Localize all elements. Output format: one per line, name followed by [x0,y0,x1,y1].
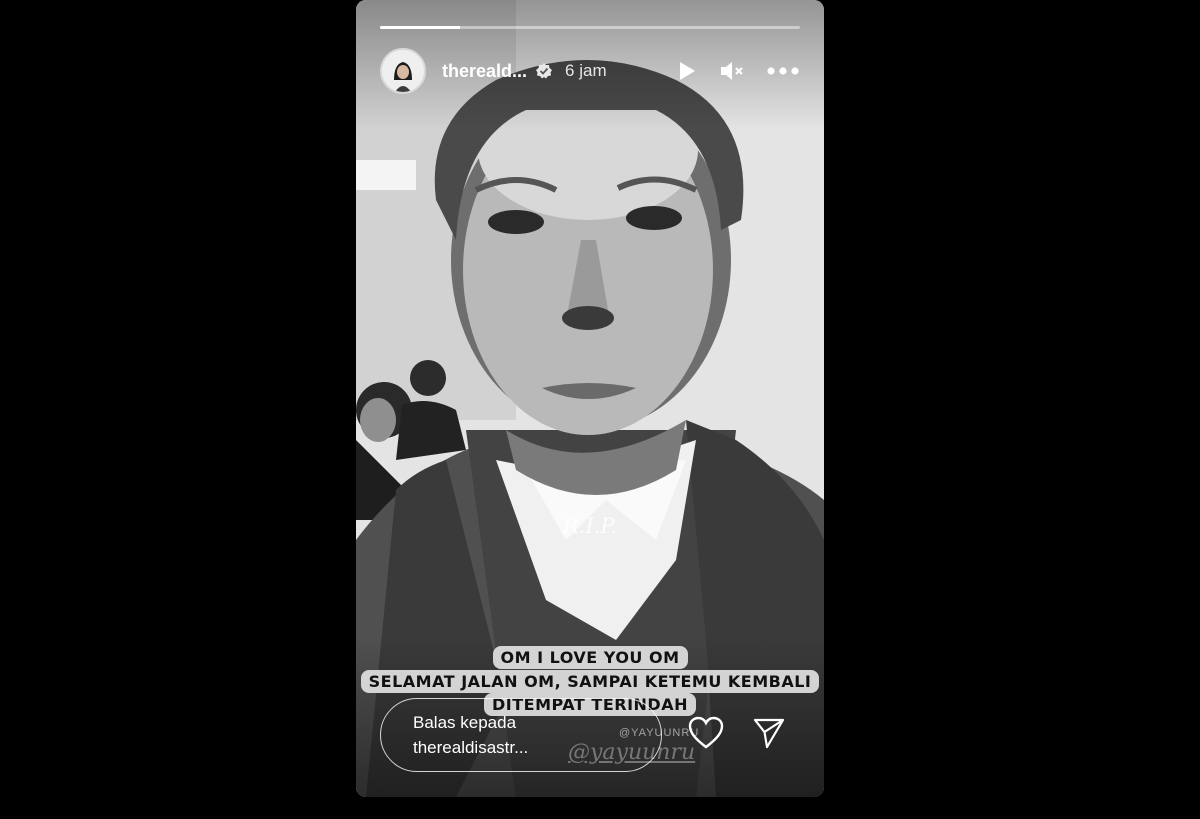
verified-badge-icon [535,62,553,80]
more-horizontal-icon[interactable] [766,66,800,76]
story-progress-bar [380,26,800,29]
volume-muted-icon[interactable] [718,59,746,83]
caption-line: OM I LOVE YOU OM [492,646,688,669]
reply-placeholder-line-1: Balas kepada [413,713,517,732]
story-username[interactable]: thereald... [442,61,527,82]
story-controls [674,59,800,83]
caption-line-1-wrap: OM I LOVE YOU OM [356,646,824,669]
send-icon[interactable] [752,716,786,755]
story-header: thereald... 6 jam [380,46,800,96]
story-time: 6 jam [565,61,607,80]
caption-line: SELAMAT JALAN OM, SAMPAI KETEMU KEMBALI [360,670,820,693]
reply-input[interactable]: Balas kepada therealdisastr... [380,698,662,772]
avatar[interactable] [380,48,426,94]
play-icon[interactable] [674,59,698,83]
caption-line-2-wrap: SELAMAT JALAN OM, SAMPAI KETEMU KEMBALI [356,670,824,693]
heart-icon[interactable] [688,716,724,755]
story-viewer: thereald... 6 jam R.I.P. OM I LOVE YOU O… [356,0,824,797]
avatar-image [382,50,424,92]
reply-placeholder-line-2: therealdisastr... [413,738,529,757]
rip-overlay-text: R.I.P. [562,514,617,538]
story-progress-fill [380,26,460,29]
